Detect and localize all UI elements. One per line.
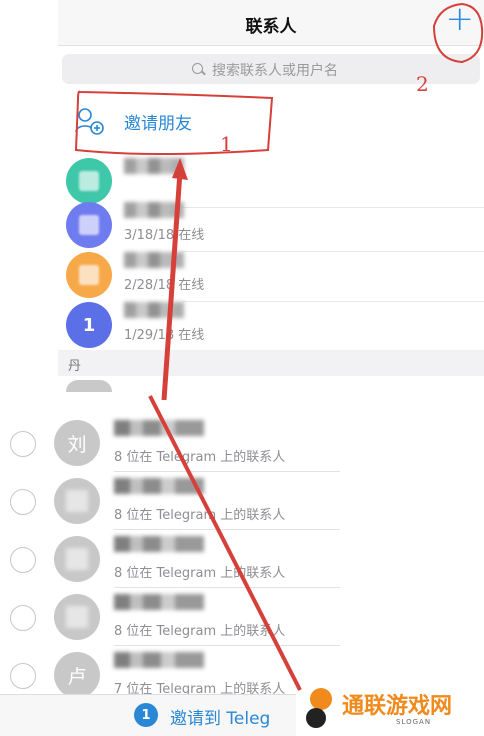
select-radio[interactable]: [10, 663, 36, 689]
contact-name-blurred: [124, 302, 184, 318]
contact-name-blurred: [114, 420, 204, 436]
avatar: [66, 202, 112, 248]
list-item[interactable]: 刘 8 位在 Telegram 上的联系人: [0, 414, 340, 472]
select-radio[interactable]: [10, 431, 36, 457]
contact-subtitle: 8 位在 Telegram 上的联系人: [114, 450, 286, 465]
watermark-text: 通联游戏网: [342, 694, 453, 719]
page-title: 联系人: [245, 17, 297, 37]
avatar: 1: [66, 302, 112, 348]
annotation-number: 2: [416, 72, 429, 96]
invite-friends-button[interactable]: 邀请朋友: [58, 92, 484, 150]
search-icon: [192, 63, 203, 74]
list-item[interactable]: 8 位在 Telegram 上的联系人: [0, 588, 340, 646]
contact-name-blurred: [114, 652, 204, 668]
contact-name-blurred: [124, 202, 184, 218]
contact-status: 1/29/18 在线: [124, 328, 205, 343]
avatar: 刘: [54, 420, 100, 466]
invite-friends-label: 邀请朋友: [124, 114, 192, 134]
contact-name-blurred: [114, 478, 204, 494]
annotation-number: 1: [220, 132, 233, 156]
invite-to-telegram-button[interactable]: 邀请到 Teleg: [170, 704, 270, 729]
search-placeholder: 搜索联系人或用户名: [212, 63, 338, 79]
contacts-screen: 联系人 + 搜索联系人或用户名 邀请朋友 3/18/18 在线 2/28/18 …: [0, 0, 484, 392]
contact-row[interactable]: 2/28/18 在线: [58, 246, 484, 302]
avatar: [66, 380, 112, 392]
avatar: [54, 594, 100, 640]
contact-status: 3/18/18 在线: [124, 228, 205, 243]
avatar: 卢: [54, 652, 100, 698]
section-letter: 丹: [68, 359, 82, 374]
section-header: 丹: [58, 350, 484, 376]
logo-dot-icon: [310, 688, 332, 710]
contact-name-blurred: [114, 594, 204, 610]
watermark-logo: 通联游戏网 SLOGAN: [296, 680, 484, 736]
avatar: [54, 536, 100, 582]
watermark-slogan: SLOGAN: [396, 718, 432, 726]
add-contact-plus-icon[interactable]: +: [446, 2, 475, 36]
contact-subtitle: 8 位在 Telegram 上的联系人: [114, 508, 286, 523]
select-radio[interactable]: [10, 489, 36, 515]
list-item[interactable]: 8 位在 Telegram 上的联系人: [0, 472, 340, 530]
select-radio[interactable]: [10, 547, 36, 573]
contact-name-blurred: [124, 158, 184, 174]
navbar: 联系人 +: [58, 0, 484, 46]
avatar: [66, 252, 112, 298]
add-contact-icon: [75, 108, 104, 135]
select-radio[interactable]: [10, 605, 36, 631]
selected-count-badge: 1: [134, 703, 158, 727]
contact-name-blurred: [114, 536, 204, 552]
contact-row[interactable]: 3/18/18 在线: [58, 196, 484, 252]
avatar: [54, 478, 100, 524]
contact-row[interactable]: 1 1/29/18 在线: [58, 296, 484, 352]
contact-name-blurred: [124, 252, 184, 268]
contact-subtitle: 8 位在 Telegram 上的联系人: [114, 566, 286, 581]
contact-subtitle: 8 位在 Telegram 上的联系人: [114, 624, 286, 639]
contact-status: 2/28/18 在线: [124, 278, 205, 293]
logo-dot-icon: [306, 708, 326, 728]
list-item[interactable]: 8 位在 Telegram 上的联系人: [0, 530, 340, 588]
